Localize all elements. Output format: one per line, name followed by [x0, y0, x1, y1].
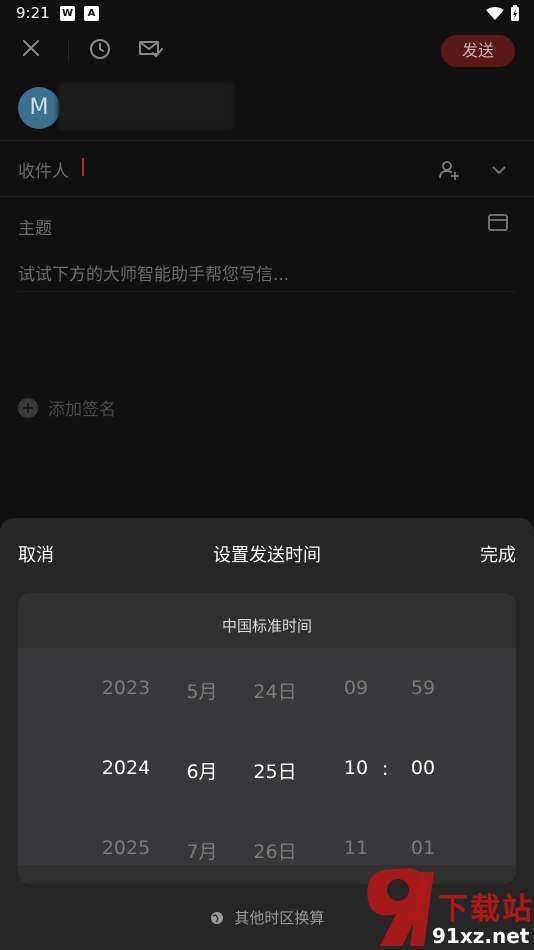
globe-icon — [210, 911, 223, 924]
day-selected[interactable]: 25日 — [235, 757, 315, 784]
sheet-title: 设置发送时间 — [213, 545, 321, 566]
wps-app-icon: W — [60, 6, 75, 21]
day-option[interactable]: 26日 — [235, 837, 315, 864]
timezone-label: 中国标准时间 — [221, 617, 312, 635]
month-option[interactable]: 5月 — [162, 677, 242, 704]
day-option[interactable]: 24日 — [235, 677, 315, 704]
recipient-label: 收件人 — [18, 162, 69, 182]
month-option[interactable]: 7月 — [162, 837, 242, 864]
add-contact-icon[interactable] — [438, 159, 460, 181]
wifi-icon — [486, 7, 504, 20]
convert-timezone-label: 其他时区换算 — [234, 909, 325, 927]
cancel-button[interactable]: 取消 — [18, 541, 54, 567]
close-icon[interactable] — [21, 38, 41, 58]
status-bar: 9:21 W A — [0, 0, 534, 28]
watermark-brand: 下载站 — [438, 892, 534, 927]
plus-icon: + — [18, 397, 38, 418]
app-notification-icon: A — [84, 6, 99, 21]
watermark-site: 91xz.net — [432, 924, 530, 948]
year-option[interactable]: 2023 — [86, 677, 166, 699]
clock-icon[interactable] — [89, 38, 111, 60]
mail-receipt-icon[interactable] — [138, 38, 164, 60]
body-placeholder[interactable]: 试试下方的大师智能助手帮您写信... — [18, 260, 289, 285]
month-selected[interactable]: 6月 — [162, 757, 242, 784]
status-icons — [486, 5, 520, 22]
calendar-icon[interactable] — [488, 213, 508, 231]
recipient-row[interactable]: 收件人 — [0, 140, 534, 197]
minute-option[interactable]: 01 — [383, 837, 463, 859]
add-signature-label: 添加签名 — [48, 400, 116, 420]
year-selected[interactable]: 2024 — [86, 757, 166, 779]
body-divider — [18, 291, 516, 292]
send-button[interactable]: 发送 — [441, 35, 515, 67]
done-button[interactable]: 完成 — [480, 541, 516, 567]
toolbar-divider — [68, 40, 69, 62]
avatar[interactable]: M — [18, 87, 60, 129]
battery-charging-icon — [511, 5, 519, 21]
minute-option[interactable]: 59 — [383, 677, 463, 699]
status-time: 9:21 — [16, 4, 50, 22]
add-signature-button[interactable]: + 添加签名 — [18, 395, 116, 420]
subject-label: 主题 — [18, 219, 52, 239]
subject-row[interactable]: 主题 — [0, 196, 534, 249]
minute-selected[interactable]: 00 — [383, 757, 463, 779]
chevron-down-icon[interactable] — [492, 165, 506, 175]
year-option[interactable]: 2025 — [86, 837, 166, 859]
sender-address-redacted[interactable] — [58, 82, 234, 130]
text-cursor — [82, 158, 84, 176]
